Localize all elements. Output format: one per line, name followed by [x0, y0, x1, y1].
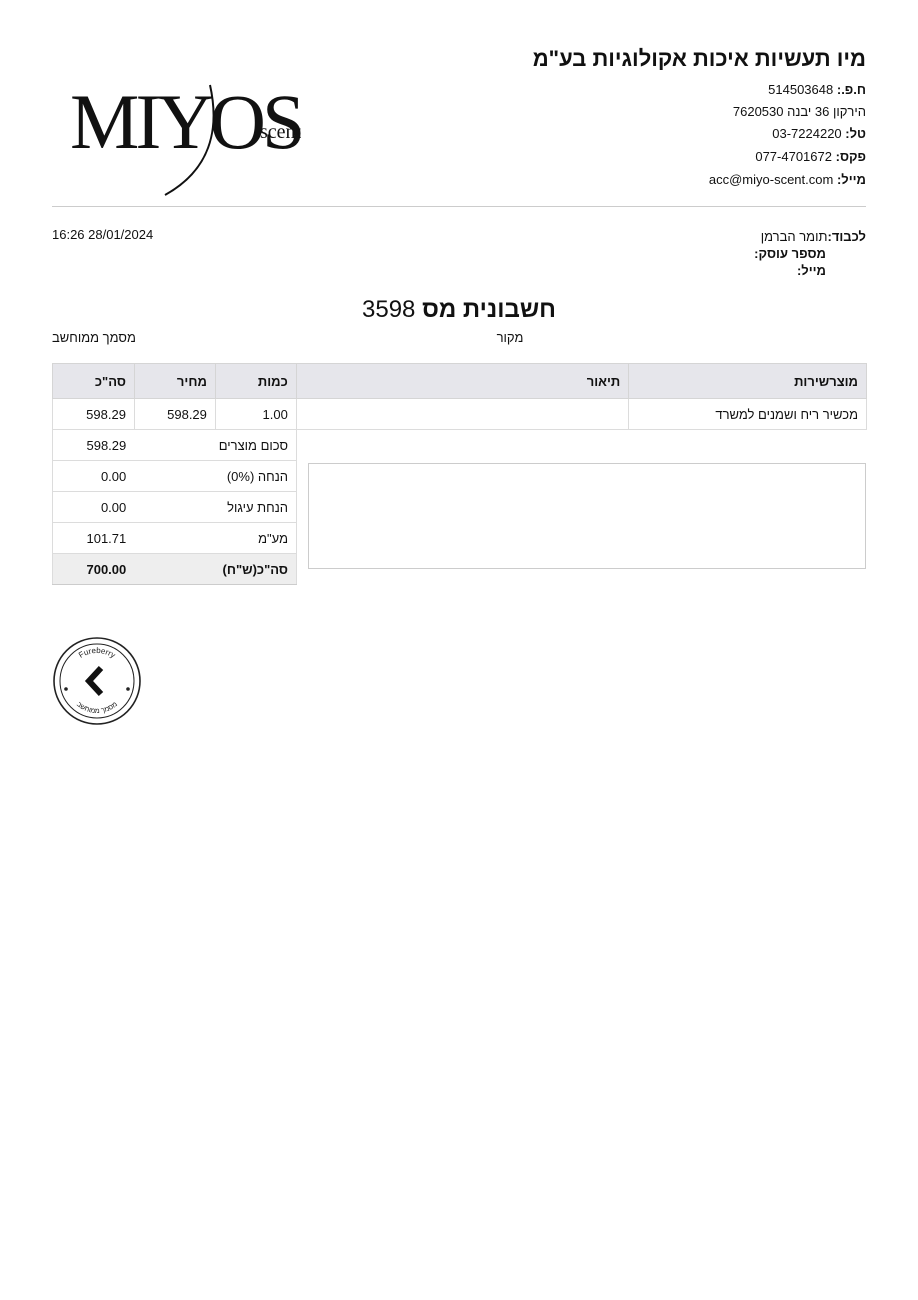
recipient-to-value: תומר הברמן [760, 229, 828, 244]
document-title: חשבונית מס 3598 [0, 296, 918, 324]
document-number: 3598 [362, 296, 416, 323]
totals-grand-value: 700.00 [52, 553, 135, 585]
header-qty: כמות [214, 363, 297, 399]
company-email-line: מייל: acc@miyo-scent.com [709, 172, 866, 187]
totals-rounding-value: 0.00 [52, 491, 135, 523]
totals-final-row: 700.00 סה"כ(ש"ח) [52, 553, 298, 585]
company-fax-value: 077-4701672 [755, 149, 832, 164]
company-id-line: ח.פ.: 514503648 [768, 82, 866, 97]
header-total: סה"כ [52, 363, 135, 399]
computer-document-label: מסמך ממוחשב [52, 330, 136, 345]
company-email-value: acc@miyo-scent.com [708, 172, 834, 187]
company-id-value: 514503648 [768, 82, 834, 97]
company-phone-value: 03-7224220 [772, 126, 842, 141]
row-total: 598.29 [52, 398, 135, 430]
recipient-mail-label: מייל: [796, 263, 826, 278]
miyo-scent-logo: MIYOS scent [70, 78, 305, 196]
header-product: מוצרשירות [628, 363, 867, 399]
header-description: תיאור [295, 363, 630, 399]
company-id-label: ח.פ.: [836, 82, 866, 97]
totals-discount-value: 0.00 [52, 460, 135, 492]
recipient-to-label: לכבוד: [827, 229, 866, 244]
totals-row: 598.29 סכום מוצרים [52, 430, 298, 461]
header-price: מחיר [133, 363, 216, 399]
row-qty: 1.00 [214, 398, 297, 430]
logo-small-text: scent [260, 121, 302, 143]
totals-vat-value: 101.71 [52, 522, 135, 554]
recipient-mail-line: מייל: [754, 262, 826, 279]
recipient-dealer-line: מספר עוסק: [754, 245, 826, 262]
row-description [295, 398, 630, 430]
company-fax-label: פקס: [835, 149, 866, 164]
totals-row: 0.00 הנחת עיגול [52, 491, 298, 523]
header-divider [52, 206, 866, 207]
items-table: סה"כ מחיר כמות תיאור מוצרשירות 598.29 59… [52, 363, 867, 430]
row-price: 598.29 [133, 398, 216, 430]
notes-box [308, 463, 866, 569]
totals-grand-label: סה"כ(ש"ח) [134, 553, 298, 585]
recipient-dealer-label: מספר עוסק: [754, 246, 826, 261]
totals-products-label: סכום מוצרים [134, 430, 298, 461]
stamp-top-text: Fureberry [77, 646, 117, 660]
document-datetime: 16:26 28/01/2024 [52, 227, 154, 242]
totals-rounding-label: הנחת עיגול [134, 491, 298, 523]
svg-text:מסמך ממוחשב: מסמך ממוחשב [75, 701, 119, 715]
company-address: הירקון 36 יבנה 7620530 [732, 104, 866, 119]
totals-discount-label: הנחה (0%) [134, 460, 298, 492]
document-type: חשבונית מס [422, 296, 556, 323]
company-name: מיו תעשיות איכות אקולוגיות בע"מ [532, 46, 866, 71]
fureberry-stamp-icon: Fureberry מסמך ממוחשב [53, 637, 141, 725]
totals-vat-label: מע"מ [134, 522, 298, 554]
totals-products-value: 598.29 [52, 430, 135, 461]
recipient-to-line: לכבוד:תומר הברמן [754, 228, 866, 245]
row-product: מכשיר ריח ושמנים למשרד [628, 398, 867, 430]
totals-row: 0.00 הנחה (0%) [52, 460, 298, 492]
company-phone-label: טל: [845, 126, 866, 141]
totals-row: 101.71 מע"מ [52, 522, 298, 554]
items-table-header: סה"כ מחיר כמות תיאור מוצרשירות [52, 363, 867, 399]
recipient-block: לכבוד:תומר הברמן מספר עוסק: מייל: [754, 228, 866, 279]
company-email-label: מייל: [836, 172, 866, 187]
document-original-label: מקור [496, 330, 524, 345]
company-phone-line: טל: 03-7224220 [772, 126, 866, 141]
company-fax-line: פקס: 077-4701672 [755, 149, 866, 164]
svg-text:Fureberry: Fureberry [77, 646, 117, 660]
totals-table: 598.29 סכום מוצרים 0.00 הנחה (0%) 0.00 ה… [52, 430, 298, 585]
table-row: 598.29 598.29 1.00 מכשיר ריח ושמנים למשר… [52, 398, 867, 430]
stamp-bottom-text: מסמך ממוחשב [75, 701, 119, 715]
